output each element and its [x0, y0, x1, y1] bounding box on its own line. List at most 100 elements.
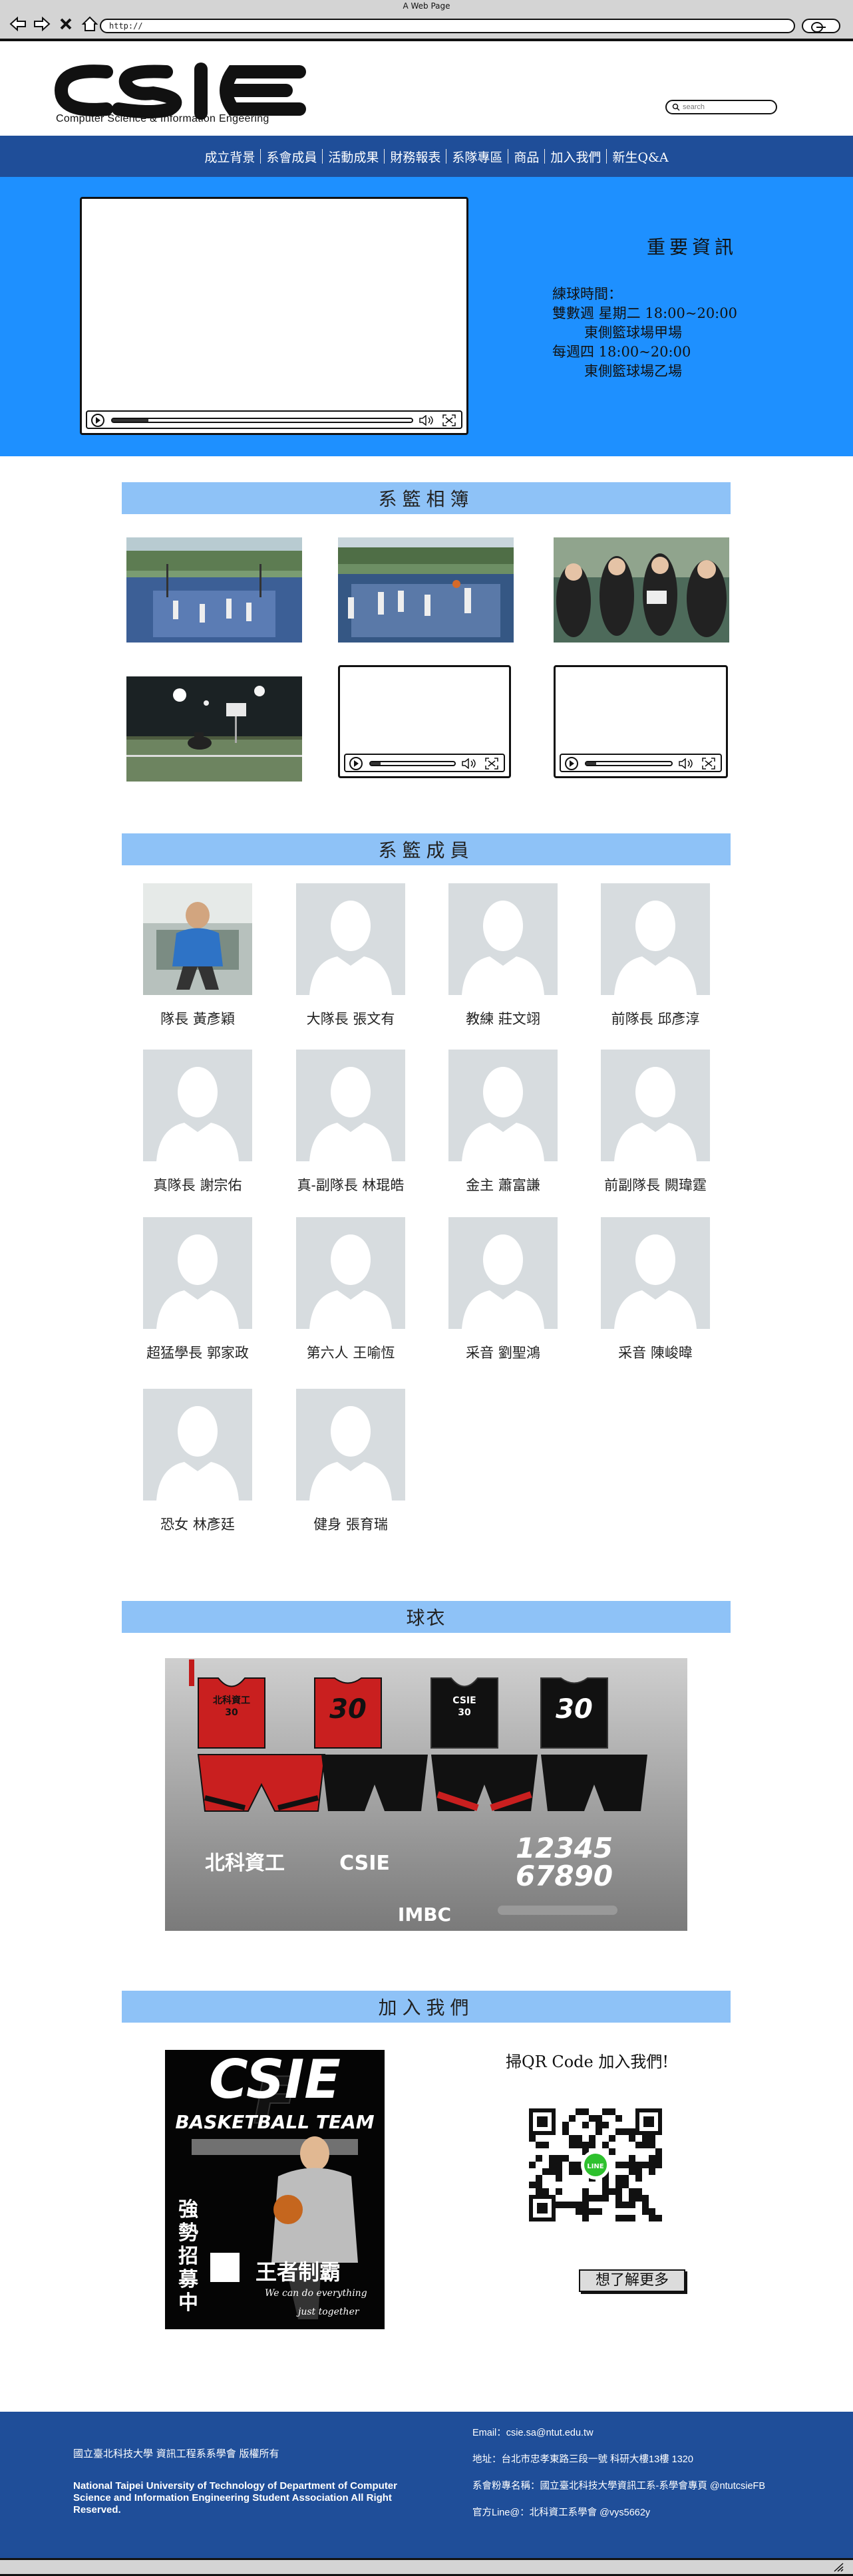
jersey-number: 30 — [458, 1707, 471, 1718]
home-icon[interactable] — [81, 16, 98, 32]
recruit-poster[interactable]: F CSIE BASKETBALL TEAM 強勢招募中 王者制霸 We can… — [165, 2050, 385, 2329]
browser-window-frame: A Web Page http:// — [0, 0, 853, 41]
member-card[interactable]: 采音 劉聖鴻 — [446, 1217, 560, 1362]
member-name: 大隊長 張文有 — [306, 1011, 395, 1027]
poster-recruit: 強勢招募中 — [178, 2198, 199, 2315]
url-input[interactable]: http:// — [100, 19, 795, 33]
members-section-title: 系籃成員 — [122, 833, 731, 865]
red-jersey-front: 北科資工 30 — [198, 1677, 265, 1749]
video-progress-bar[interactable] — [369, 761, 456, 766]
video-controls — [560, 754, 722, 772]
member-name: 教練 莊文翊 — [466, 1011, 540, 1027]
member-card[interactable]: 教練 莊文翊 — [446, 883, 560, 1028]
footer-line[interactable]: 官方Line@：北科資工系學會 @vys5662y — [472, 2505, 845, 2519]
member-card[interactable]: 大隊長 張文有 — [294, 883, 407, 1028]
member-card[interactable]: 健身 張育瑞 — [294, 1389, 407, 1534]
volume-icon[interactable] — [678, 758, 697, 769]
svg-text:招: 招 — [178, 2245, 198, 2268]
nav-item-activities[interactable]: 活動成果 — [323, 148, 384, 166]
poster-subtitle: BASKETBALL TEAM — [175, 2111, 374, 2133]
avatar-placeholder-icon — [143, 1050, 252, 1161]
video-controls — [86, 410, 462, 429]
resize-handle-icon[interactable] — [833, 2563, 844, 2572]
poster-script: just together — [296, 2307, 360, 2317]
forward-arrow-icon[interactable] — [33, 16, 51, 32]
member-card[interactable]: 超猛學長 郭家政 — [141, 1217, 254, 1362]
album-photo[interactable] — [338, 537, 514, 643]
hero-video-player[interactable] — [80, 197, 468, 435]
album-photo[interactable] — [126, 537, 302, 643]
close-icon[interactable] — [57, 16, 75, 32]
fullscreen-icon[interactable] — [485, 758, 498, 770]
member-card[interactable]: 采音 陳峻暐 — [599, 1217, 712, 1362]
play-icon[interactable] — [349, 757, 363, 770]
nav-item-teams[interactable]: 系隊專區 — [446, 148, 508, 166]
member-card[interactable]: 前副隊長 闕瑋霆 — [599, 1050, 712, 1195]
back-arrow-icon[interactable] — [9, 16, 27, 32]
svg-text:強: 強 — [178, 2198, 198, 2221]
search-input[interactable] — [683, 103, 769, 111]
browser-search-icon[interactable] — [802, 19, 840, 33]
fullscreen-icon[interactable] — [702, 758, 715, 770]
avatar-placeholder-icon — [296, 1050, 405, 1161]
nav-item-members[interactable]: 系會成員 — [261, 148, 322, 166]
avatar-placeholder-icon — [601, 1217, 710, 1329]
video-progress-bar[interactable] — [111, 418, 413, 423]
jersey-number: 30 — [225, 1707, 238, 1718]
red-jersey-back: 30 — [314, 1677, 382, 1749]
member-name: 金主 蕭富謙 — [466, 1177, 540, 1193]
nav-item-finance[interactable]: 財務報表 — [385, 148, 446, 166]
jersey-design-image[interactable]: 北科資工 30 30 CSIE 30 30 北科資工 CSIE 12345 67… — [165, 1658, 687, 1931]
member-name: 采音 劉聖鴻 — [466, 1345, 540, 1361]
member-name: 健身 張育瑞 — [313, 1516, 388, 1532]
black-jersey-back: 30 — [540, 1677, 608, 1749]
play-icon[interactable] — [91, 414, 104, 427]
avatar-placeholder-icon — [143, 1217, 252, 1329]
qr-prompt: 掃QR Code 加入我們! — [506, 2053, 669, 2071]
member-name: 超猛學長 郭家政 — [146, 1345, 249, 1361]
member-card[interactable]: 恐女 林彥廷 — [141, 1389, 254, 1534]
play-icon[interactable] — [565, 757, 578, 770]
fullscreen-icon[interactable] — [442, 414, 456, 426]
album-photo[interactable] — [554, 537, 729, 643]
member-card[interactable]: 真-副隊長 林琨皓 — [294, 1050, 407, 1195]
footer-fanpage[interactable]: 系會粉專名稱：國立臺北科技大學資訊工系-系學會專頁 @ntutcsieFB — [472, 2478, 845, 2492]
album-photo[interactable] — [126, 676, 302, 782]
site-header: Computer Science & Information Engeering — [0, 44, 853, 136]
member-card[interactable]: 真隊長 謝宗佑 — [141, 1050, 254, 1195]
important-info: 重要資訊 練球時間： 雙數週 星期二 18:00~20:00 東側籃球場甲場 每… — [552, 233, 805, 381]
learn-more-button[interactable]: 想了解更多 — [579, 2269, 685, 2292]
nav-item-faq[interactable]: 新生Q&A — [607, 148, 673, 166]
nav-item-background[interactable]: 成立背景 — [199, 148, 260, 166]
poster-script: We can do everything — [265, 2288, 367, 2299]
footer-email[interactable]: Email：csie.sa@ntut.edu.tw — [472, 2425, 845, 2439]
member-name: 真隊長 謝宗佑 — [153, 1177, 242, 1193]
member-name: 采音 陳峻暐 — [618, 1345, 693, 1361]
avatar-placeholder-icon — [448, 1217, 558, 1329]
nav-item-products[interactable]: 商品 — [508, 148, 544, 166]
avatar-placeholder-icon — [296, 883, 405, 995]
svg-text:募: 募 — [178, 2268, 199, 2291]
search-box[interactable] — [665, 100, 777, 114]
svg-text:中: 中 — [178, 2291, 198, 2315]
line-qr-code[interactable]: LINE — [529, 2108, 662, 2221]
svg-text:勢: 勢 — [178, 2221, 198, 2245]
member-card[interactable]: 隊長 黃彥穎 — [141, 883, 254, 1028]
volume-icon[interactable] — [461, 758, 480, 769]
member-card[interactable]: 金主 蕭富謙 — [446, 1050, 560, 1195]
nav-item-join[interactable]: 加入我們 — [545, 148, 606, 166]
album-video[interactable] — [554, 665, 728, 778]
poster-title: CSIE — [209, 2050, 341, 2110]
member-card[interactable]: 第六人 王喻恆 — [294, 1217, 407, 1362]
avatar-placeholder-icon — [448, 1050, 558, 1161]
volume-icon[interactable] — [419, 415, 437, 426]
avatar-placeholder-icon — [143, 1389, 252, 1501]
album-video[interactable] — [338, 665, 511, 778]
jersey-text: CSIE — [452, 1695, 476, 1706]
avatar-placeholder-icon — [296, 1217, 405, 1329]
logo-subtitle: Computer Science & Information Engeering — [56, 113, 269, 124]
video-progress-bar[interactable] — [585, 761, 673, 766]
album-section-title: 系籃相簿 — [122, 482, 731, 514]
avatar-placeholder-icon — [296, 1389, 405, 1501]
member-card[interactable]: 前隊長 邱彥淳 — [599, 883, 712, 1028]
